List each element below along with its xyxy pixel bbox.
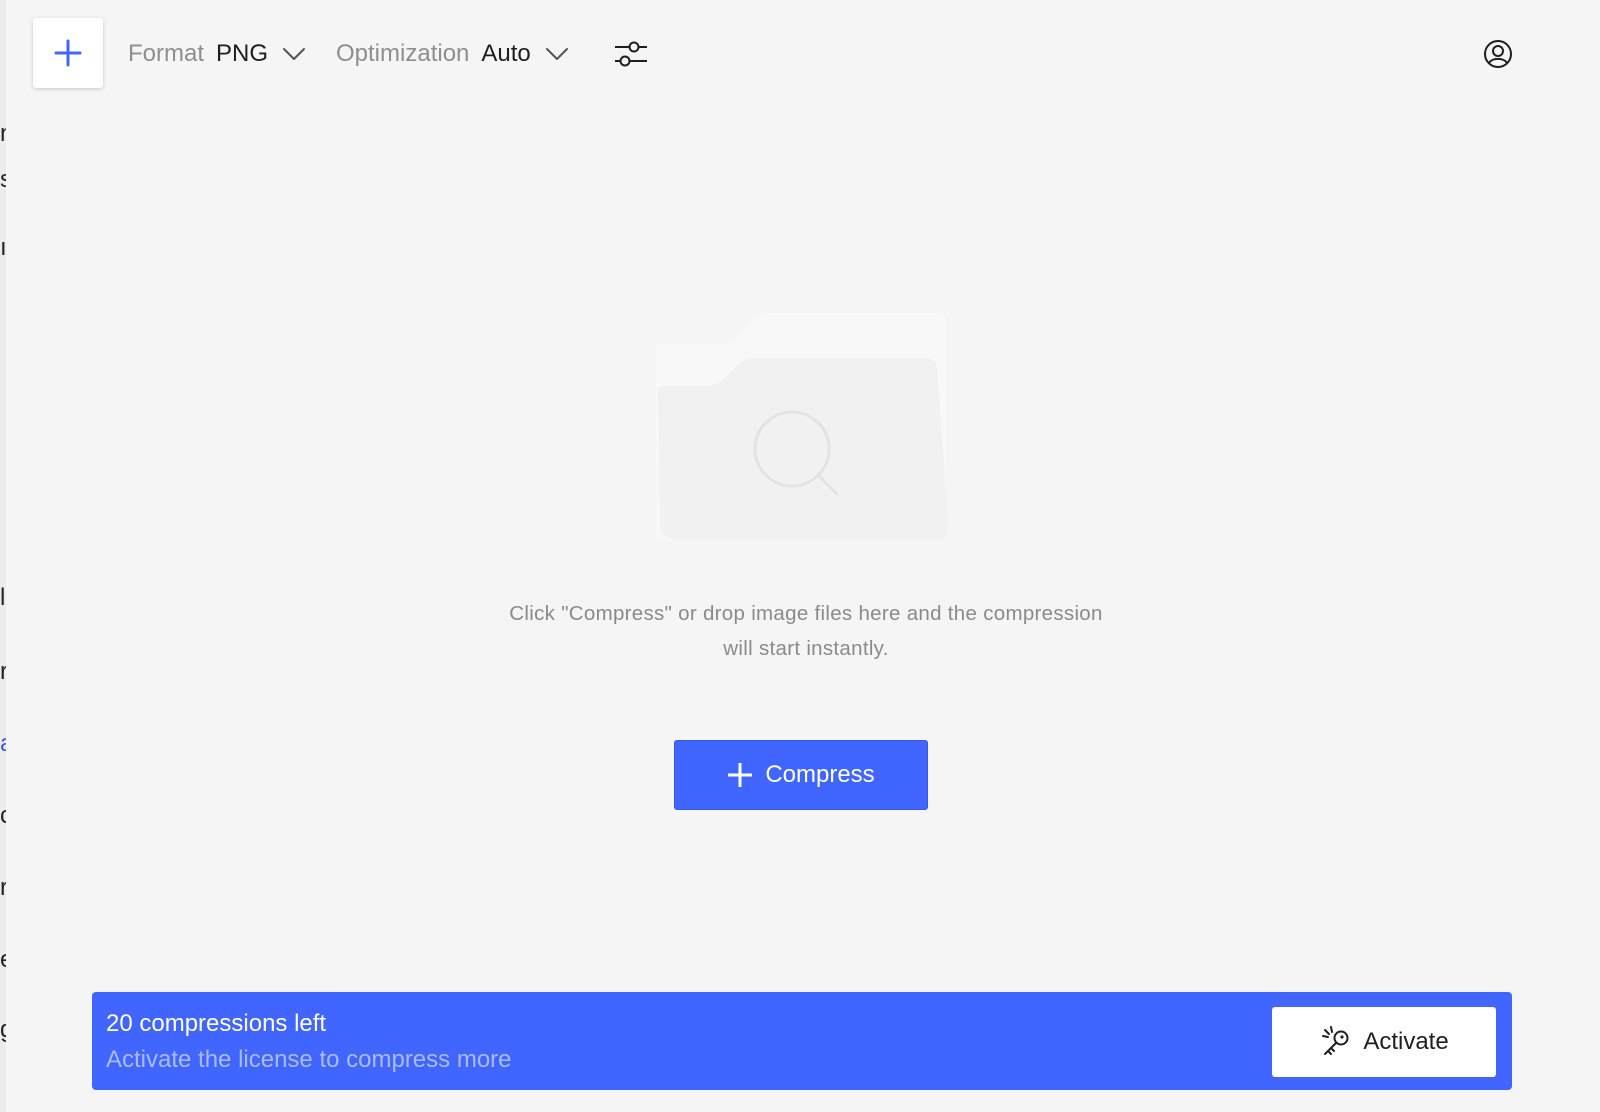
license-banner: 20 compressions left Activate the licens… <box>92 992 1512 1090</box>
empty-state-message: Click "Compress" or drop image files her… <box>509 602 1103 660</box>
format-dropdown[interactable]: Format PNG <box>128 36 306 72</box>
key-icon <box>1319 1025 1353 1059</box>
plus-icon <box>54 39 82 67</box>
user-circle-icon <box>1484 40 1512 68</box>
plus-icon <box>727 762 753 788</box>
toolbar: Format PNG Optimization Auto <box>6 0 1600 106</box>
compress-button[interactable]: Compress <box>674 740 928 810</box>
app-window: Format PNG Optimization Auto Click "Comp… <box>6 0 1600 1112</box>
add-files-button[interactable] <box>33 18 103 88</box>
folder-search-icon <box>656 313 949 540</box>
format-label: Format <box>128 40 205 67</box>
sliders-icon <box>615 41 647 67</box>
chevron-down-icon <box>283 48 306 60</box>
format-value: PNG <box>216 40 269 67</box>
activate-button[interactable]: Activate <box>1272 1007 1496 1077</box>
settings-button[interactable] <box>612 36 648 72</box>
activate-button-label: Activate <box>1363 1028 1449 1055</box>
optimization-dropdown[interactable]: Optimization Auto <box>336 36 569 72</box>
empty-state-illustration <box>636 312 966 552</box>
compress-button-label: Compress <box>765 761 875 788</box>
license-hint-text: Activate the license to compress more <box>106 1046 512 1073</box>
chevron-down-icon <box>545 48 568 60</box>
optimization-label: Optimization <box>336 40 470 67</box>
compressions-left-text: 20 compressions left <box>106 1010 327 1037</box>
account-button[interactable] <box>1480 36 1516 72</box>
optimization-value: Auto <box>481 40 531 67</box>
